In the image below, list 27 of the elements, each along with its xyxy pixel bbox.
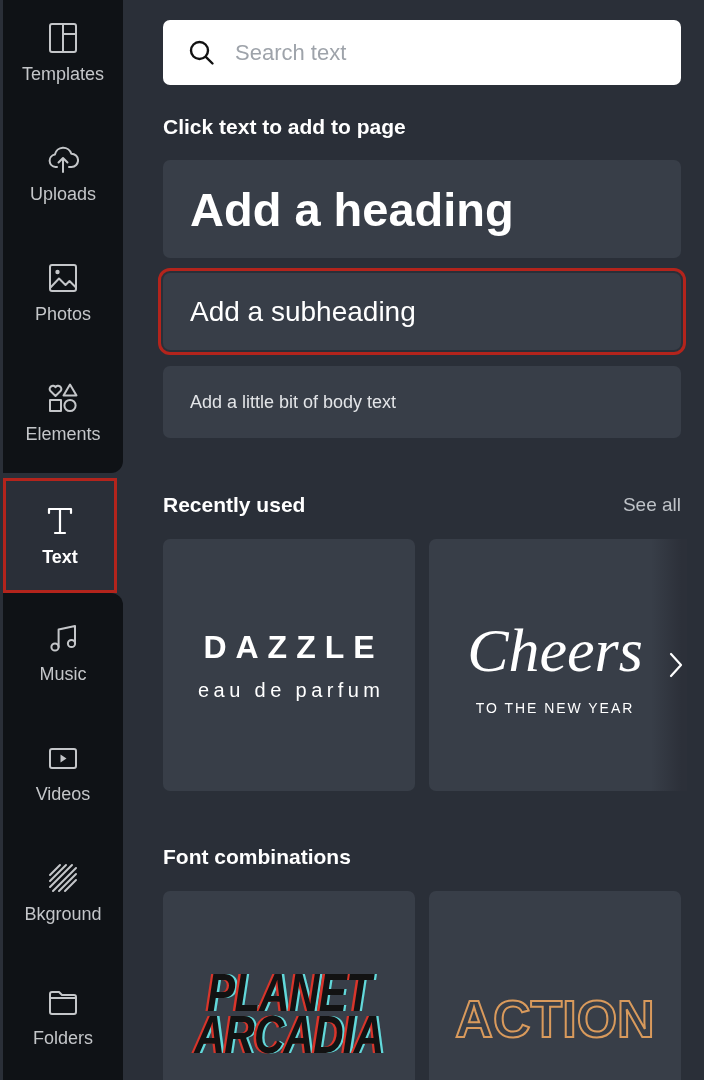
section-title: Click text to add to page [163, 114, 407, 140]
search-input[interactable]: Search text [235, 32, 671, 73]
see-all-link[interactable]: See all [622, 492, 681, 518]
sidebar-tab[interactable]: Text [3, 478, 117, 593]
sidebar-tab[interactable]: Bkground [3, 833, 123, 953]
sidebar-tab[interactable]: Uploads [3, 113, 123, 233]
font-combination-card[interactable]: ACTION [429, 891, 681, 1080]
sidebar-tab[interactable]: Videos [3, 713, 123, 833]
search-field[interactable]: Search text [163, 20, 681, 85]
heading-text-button[interactable]: Add a heading [163, 160, 681, 258]
stripes-icon [47, 862, 79, 894]
text-template-card[interactable]: Cheers TO THE NEW YEAR [429, 539, 651, 791]
sidebar-tab[interactable]: Elements [3, 353, 123, 473]
search-icon [189, 39, 215, 66]
body-text-button[interactable]: Add a little bit of body text [163, 366, 681, 438]
text-template-card[interactable]: DAZZLE eau de parfum [163, 539, 415, 791]
sidebar-tab[interactable]: Folders [3, 953, 123, 1080]
shapes-icon [47, 382, 79, 414]
sidebar-tab[interactable]: Templates [3, 0, 123, 113]
chevron-right-icon [669, 652, 683, 678]
section-title: Recently used [163, 492, 306, 518]
music-note-icon [47, 622, 79, 654]
section-title: Font combinations [163, 844, 352, 870]
image-icon [47, 262, 79, 294]
layout-icon [47, 22, 79, 54]
sidebar-tab[interactable]: Music [3, 593, 123, 713]
sidebar-tab[interactable]: Photos [3, 233, 123, 353]
